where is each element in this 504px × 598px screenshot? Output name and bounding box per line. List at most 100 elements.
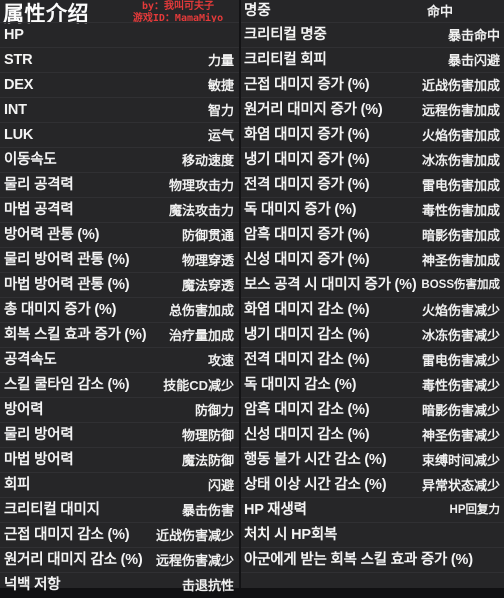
stat-label-chinese: 魔法攻击力	[168, 203, 234, 218]
stat-label-korean: 신성 대미지 증가 (%)	[244, 252, 370, 268]
stat-label-korean: 크리티컬 명중	[244, 27, 327, 43]
stat-row: 마법 방어력 魔法防御	[0, 448, 240, 473]
stat-row: HP	[0, 23, 240, 48]
stat-label-korean: 크리티컬 대미지	[4, 502, 100, 518]
right-column-panel: 명중 命中 크리티컬 명중 暴击命中 크리티컬 회피 暴击闪避 근접 대미지 증가 (%…	[240, 0, 504, 588]
right-stat-list: 크리티컬 명중 暴击命中 크리티컬 회피 暴击闪避 근접 대미지 증가 (%) 近战伤害加…	[240, 23, 504, 598]
stat-label-korean: 물리 방어력	[4, 427, 74, 443]
stat-label-chinese: 魔法穿透	[181, 278, 234, 293]
stat-row: 냉기 대미지 증가 (%) 冰冻伤害加成	[240, 148, 504, 173]
stat-label-chinese: 火焰伤害加成	[421, 128, 500, 143]
stat-label-chinese: 暴击命中	[447, 28, 500, 43]
stat-label-korean: 암흑 대미지 증가 (%)	[244, 227, 370, 243]
stat-label-korean: 방어력	[4, 402, 44, 418]
stat-row: 아군에게 받는 회복 스킬 효과 증가 (%)	[240, 548, 504, 573]
stat-row: 전격 대미지 증가 (%) 雷电伤害加成	[240, 173, 504, 198]
stat-label-chinese: 毒性伤害加成	[421, 203, 500, 218]
stat-row	[240, 573, 504, 598]
stat-row: INT 智力	[0, 98, 240, 123]
stat-label-korean: 암흑 대미지 감소 (%)	[244, 402, 370, 418]
stat-row: 전격 대미지 감소 (%) 雷电伤害减少	[240, 348, 504, 373]
stat-label-korean: 화염 대미지 증가 (%)	[244, 127, 370, 143]
stat-label-chinese: 冰冻伤害加成	[421, 153, 500, 168]
stat-label-korean: 물리 공격력	[4, 177, 74, 193]
stat-label-korean: DEX	[4, 77, 34, 93]
stat-label-korean: HP	[4, 27, 24, 43]
stat-label-chinese: 力量	[207, 53, 234, 68]
left-column-panel: 属性介绍 by：我叫可夫子 游戏ID：MamaMiyo HP STR 力量 DEX 敏捷…	[0, 0, 240, 593]
stat-label-korean: 크리티컬 회피	[244, 52, 327, 68]
stat-label-korean: 회복 스킬 효과 증가 (%)	[4, 327, 147, 343]
stat-row: 행동 불가 시간 감소 (%) 束缚时间减少	[240, 448, 504, 473]
stat-label-korean: 독 대미지 감소 (%)	[244, 377, 357, 393]
stat-label-chinese: 近战伤害减少	[155, 528, 234, 543]
stat-label-korean: 넉백 저항	[4, 577, 61, 593]
stat-row: 넉백 저항 击退抗性	[0, 573, 240, 598]
stat-label-korean: 냉기 대미지 증가 (%)	[244, 152, 370, 168]
stat-label-korean: 전격 대미지 증가 (%)	[244, 177, 370, 193]
stat-row: 근접 대미지 증가 (%) 近战伤害加成	[240, 73, 504, 98]
stat-label-korean: 회피	[4, 477, 31, 493]
stat-label-korean: 방어력 관통 (%)	[4, 227, 100, 243]
stat-label-korean: INT	[4, 102, 27, 118]
stat-label-chinese: 暗影伤害加成	[421, 228, 500, 243]
stat-label-korean: 근접 대미지 감소 (%)	[4, 527, 130, 543]
stat-label-korean: 공격속도	[4, 352, 57, 368]
stat-label-chinese: 攻速	[207, 353, 234, 368]
column-divider	[239, 0, 241, 588]
stat-row: 독 대미지 감소 (%) 毒性伤害减少	[240, 373, 504, 398]
stat-label-chinese: 束缚时间减少	[421, 453, 500, 468]
stat-label-korean: 독 대미지 증가 (%)	[244, 202, 357, 218]
stat-label-chinese: 毒性伤害减少	[421, 378, 500, 393]
stat-row: 방어력 防御力	[0, 398, 240, 423]
stat-label-korean: STR	[4, 52, 33, 68]
left-header: 属性介绍 by：我叫可夫子 游戏ID：MamaMiyo	[0, 0, 240, 26]
stat-row: 신성 대미지 증가 (%) 神圣伤害加成	[240, 248, 504, 273]
stat-label-korean: 이동속도	[4, 152, 57, 168]
stat-row: STR 力量	[0, 48, 240, 73]
stat-label-chinese: 雷电伤害加成	[421, 178, 500, 193]
stat-label-chinese: 暴击伤害	[181, 503, 234, 518]
stat-label-chinese: 治疗量加成	[168, 328, 234, 343]
stat-reference-sheet: 属性介绍 by：我叫可夫子 游戏ID：MamaMiyo HP STR 力量 DEX 敏捷…	[0, 0, 504, 593]
stat-label-chinese: 冰冻伤害减少	[421, 328, 500, 343]
stat-label-chinese: 移动速度	[181, 153, 234, 168]
stat-label-korean: 근접 대미지 증가 (%)	[244, 77, 370, 93]
stat-row: 화염 대미지 감소 (%) 火焰伤害减少	[240, 298, 504, 323]
stat-label-chinese: 魔法防御	[181, 453, 234, 468]
stat-row: 이동속도 移动速度	[0, 148, 240, 173]
stat-label-chinese: 运气	[207, 128, 234, 143]
stat-row: 암흑 대미지 증가 (%) 暗影伤害加成	[240, 223, 504, 248]
stat-label-korean: 원거리 대미지 감소 (%)	[4, 552, 143, 568]
stat-row: 냉기 대미지 감소 (%) 冰冻伤害减少	[240, 323, 504, 348]
stat-label-chinese: HP回复力	[449, 504, 500, 516]
stat-row: 상태 이상 시간 감소 (%) 异常状态减少	[240, 473, 504, 498]
stat-label-chinese: 物理攻击力	[168, 178, 234, 193]
stat-label-korean: 마법 공격력	[4, 202, 74, 218]
stat-label-korean: 화염 대미지 감소 (%)	[244, 302, 370, 318]
stat-label-chinese: 智力	[207, 103, 234, 118]
stat-row: 화염 대미지 증가 (%) 火焰伤害加成	[240, 123, 504, 148]
stat-row: 방어력 관통 (%) 防御贯通	[0, 223, 240, 248]
stat-row: 근접 대미지 감소 (%) 近战伤害减少	[0, 523, 240, 548]
stat-row: 공격속도 攻速	[0, 348, 240, 373]
stat-row: 크리티컬 명중 暴击命中	[240, 23, 504, 48]
stat-label-chinese: 防御贯通	[181, 228, 234, 243]
stat-label-korean: 마법 방어력	[4, 452, 74, 468]
stat-label-chinese: 神圣伤害减少	[421, 428, 500, 443]
stat-row: 스킬 쿨타임 감소 (%) 技能CD减少	[0, 373, 240, 398]
stat-label-chinese: 敏捷	[207, 78, 234, 93]
stat-label-korean: 아군에게 받는 회복 스킬 효과 증가 (%)	[244, 552, 473, 568]
stat-row: 물리 공격력 物理攻击力	[0, 173, 240, 198]
stat-label-chinese: 物理穿透	[181, 253, 234, 268]
stat-row: 암흑 대미지 감소 (%) 暗影伤害减少	[240, 398, 504, 423]
stat-label-korean: 처치 시 HP회복	[244, 527, 338, 543]
stat-label-chinese: 雷电伤害减少	[421, 353, 500, 368]
stat-label-chinese: 总伤害加成	[168, 303, 234, 318]
stat-label-korean: 총 대미지 증가 (%)	[4, 302, 117, 318]
stat-label-chinese: 闪避	[207, 478, 234, 493]
stat-label-chinese: 火焰伤害减少	[421, 303, 500, 318]
stat-row: 신성 대미지 감소 (%) 神圣伤害减少	[240, 423, 504, 448]
stat-row: 처치 시 HP회복	[240, 523, 504, 548]
stat-label-chinese: BOSS伤害加成	[421, 279, 500, 291]
